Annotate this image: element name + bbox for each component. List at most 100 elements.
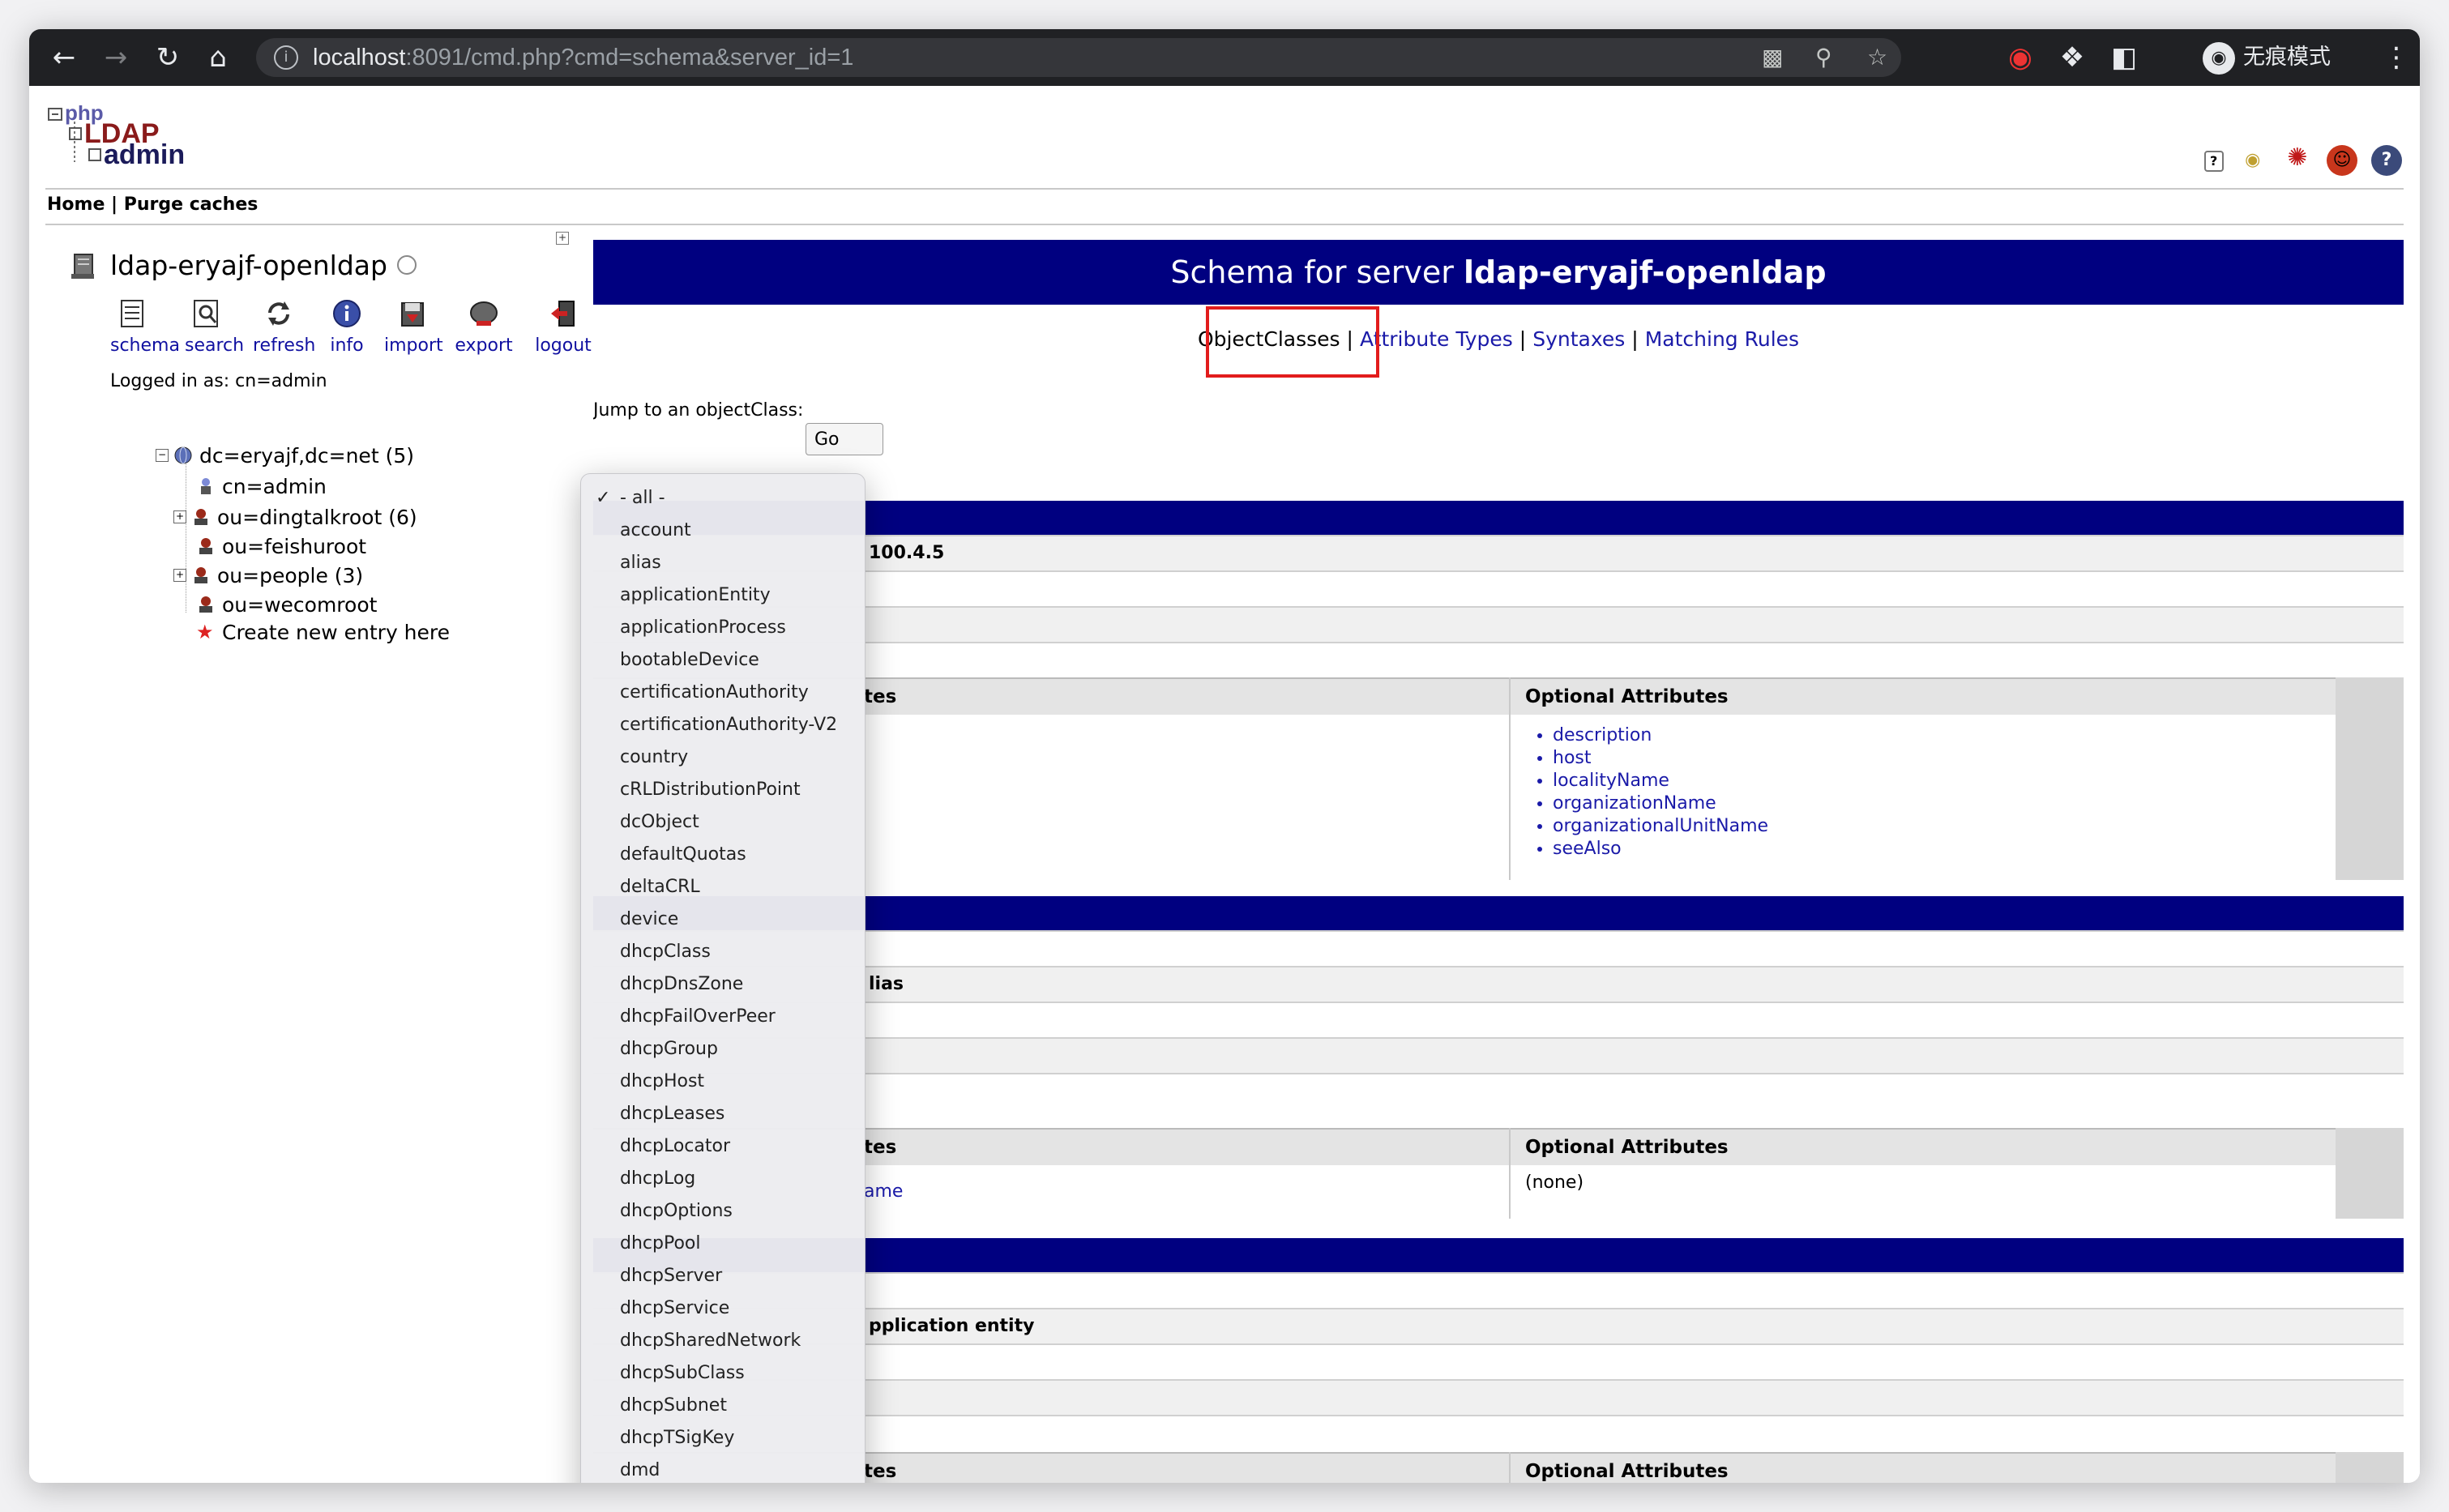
dropdown-option[interactable]: dhcpClass	[581, 936, 865, 968]
tab-attribute-types[interactable]: Attribute Types	[1360, 327, 1513, 351]
dropdown-option[interactable]: cRLDistributionPoint	[581, 774, 865, 806]
zoom-icon[interactable]: ⚲	[1815, 38, 1832, 77]
dropdown-option[interactable]: bootableDevice	[581, 644, 865, 677]
about-icon[interactable]: ?	[2371, 145, 2402, 176]
expand-icon[interactable]: +	[173, 569, 186, 582]
dropdown-option[interactable]: dhcpOptions	[581, 1195, 865, 1228]
dropdown-option[interactable]: dhcpServer	[581, 1260, 865, 1292]
browser-menu-icon[interactable]: ⋮	[2376, 37, 2417, 78]
dropdown-option[interactable]: certificationAuthority-V2	[581, 709, 865, 741]
extension-weibo-icon[interactable]: ◉	[2000, 37, 2041, 78]
back-icon[interactable]: ←	[44, 37, 84, 78]
tree-node-ou-wecomroot[interactable]: ou=wecomroot	[196, 593, 377, 617]
site-info-icon[interactable]: i	[274, 45, 298, 70]
search-tool[interactable]: search	[185, 298, 244, 356]
dropdown-option-label: defaultQuotas	[620, 844, 746, 865]
extensions-puzzle-icon[interactable]: ❖	[2052, 37, 2092, 78]
schema-tool[interactable]: schema	[110, 298, 180, 356]
url-text[interactable]: localhost:8091/cmd.php?cmd=schema&server…	[313, 38, 853, 77]
objectclass-dropdown[interactable]: ✓ - all - account alias applicationEntity app…	[580, 473, 865, 1483]
export-tool[interactable]: export	[454, 298, 514, 356]
dropdown-option-label: device	[620, 909, 679, 929]
attr-link[interactable]: description	[1553, 725, 1652, 745]
bug-icon[interactable]: ✺	[2282, 143, 2313, 173]
schema-title: Schema for server ldap-eryajf-openldap	[593, 240, 2404, 305]
attr-link[interactable]: organizationalUnitName	[1553, 816, 1768, 836]
dropdown-option[interactable]: dhcpPool	[581, 1228, 865, 1260]
import-tool[interactable]: import	[384, 298, 443, 356]
info-label: info	[330, 335, 364, 356]
dropdown-option[interactable]: dhcpSharedNetwork	[581, 1325, 865, 1357]
go-button[interactable]: Go	[806, 423, 883, 455]
dropdown-option[interactable]: dhcpService	[581, 1292, 865, 1325]
reload-icon[interactable]: ↻	[147, 37, 188, 78]
incognito-profile[interactable]: ◉ 无痕模式	[2203, 40, 2331, 75]
donate-icon[interactable]: ☺	[2326, 145, 2357, 176]
dropdown-option[interactable]: ✓ - all -	[581, 482, 865, 515]
dropdown-option[interactable]: deltaCRL	[581, 871, 865, 903]
dropdown-option-label: dhcpSubnet	[620, 1395, 727, 1416]
home-icon[interactable]: ⌂	[198, 37, 238, 78]
translate-icon[interactable]: ▩	[1762, 38, 1783, 77]
dropdown-option[interactable]: certificationAuthority	[581, 677, 865, 709]
column-divider	[1509, 677, 1511, 880]
side-panel-icon[interactable]: ◧	[2104, 37, 2144, 78]
dropdown-option[interactable]: dhcpLeases	[581, 1098, 865, 1130]
dropdown-option[interactable]: dhcpSubnet	[581, 1390, 865, 1422]
tab-matching-rules[interactable]: Matching Rules	[1645, 327, 1799, 351]
attr-link[interactable]: organizationName	[1553, 793, 1716, 814]
dropdown-option[interactable]: dmd	[581, 1454, 865, 1483]
tree-node-cn-admin[interactable]: cn=admin	[196, 475, 327, 498]
tree-node-ou-dingtalkroot[interactable]: + ou=dingtalkroot (6)	[173, 506, 417, 529]
dropdown-option[interactable]: dhcpSubClass	[581, 1357, 865, 1390]
dropdown-option[interactable]: account	[581, 515, 865, 547]
dropdown-option[interactable]: dhcpGroup	[581, 1033, 865, 1066]
dropdown-option[interactable]: dhcpTSigKey	[581, 1422, 865, 1454]
dropdown-option-label: dhcpLocator	[620, 1136, 731, 1156]
dropdown-option[interactable]: device	[581, 903, 865, 936]
refresh-icon	[268, 301, 289, 326]
dropdown-option[interactable]: dcObject	[581, 806, 865, 839]
tab-syntaxes[interactable]: Syntaxes	[1532, 327, 1625, 351]
server-icon	[71, 254, 94, 279]
dropdown-option[interactable]: applicationEntity	[581, 579, 865, 612]
lightbulb-icon[interactable]: ◉	[2237, 145, 2268, 176]
attr-link[interactable]: host	[1553, 748, 1592, 768]
tree-node-ou-feishuroot[interactable]: ou=feishuroot	[196, 535, 366, 558]
dropdown-option[interactable]: alias	[581, 547, 865, 579]
home-link[interactable]: Home	[47, 194, 105, 215]
purge-caches-link[interactable]: Purge caches	[124, 194, 259, 215]
logout-tool[interactable]: logout	[533, 298, 593, 356]
required-attribute-link[interactable]: ame	[864, 1172, 1504, 1212]
tree-node-ou-people[interactable]: + ou=people (3)	[173, 564, 363, 587]
info-tool[interactable]: info	[329, 298, 365, 356]
tree-root-node[interactable]: − dc=eryajf,dc=net (5)	[156, 444, 414, 468]
dropdown-option[interactable]: dhcpLog	[581, 1163, 865, 1195]
address-bar[interactable]: i localhost:8091/cmd.php?cmd=schema&serv…	[256, 38, 1901, 77]
dropdown-option[interactable]: dhcpHost	[581, 1066, 865, 1098]
dropdown-option[interactable]: dhcpLocator	[581, 1130, 865, 1163]
browser-toolbar: ← → ↻ ⌂ i localhost:8091/cmd.php?cmd=sch…	[29, 29, 2420, 86]
dropdown-option-label: dhcpLog	[620, 1168, 696, 1189]
svg-text:admin: admin	[104, 139, 185, 170]
dropdown-option[interactable]: defaultQuotas	[581, 839, 865, 871]
attr-link[interactable]: seeAlso	[1553, 839, 1622, 859]
dropdown-option[interactable]: country	[581, 741, 865, 774]
dropdown-option[interactable]: dhcpDnsZone	[581, 968, 865, 1001]
phpldapadmin-logo: php LDAP admin	[48, 105, 185, 170]
ou-icon	[199, 538, 212, 554]
refresh-tool[interactable]: refresh	[253, 298, 315, 356]
create-new-entry-link[interactable]: ★ Create new entry here	[196, 621, 450, 644]
collapse-icon[interactable]: −	[156, 449, 169, 462]
dropdown-option[interactable]: applicationProcess	[581, 612, 865, 644]
dropdown-option[interactable]: dhcpFailOverPeer	[581, 1001, 865, 1033]
forward-icon[interactable]: →	[96, 37, 136, 78]
expand-icon[interactable]: +	[173, 510, 186, 523]
logout-icon	[551, 301, 575, 327]
help-icon[interactable]: ?	[2203, 151, 2224, 172]
bookmark-star-icon[interactable]: ☆	[1867, 38, 1887, 77]
tree-expand-icon[interactable]: +	[556, 232, 569, 245]
dropdown-option-label: alias	[620, 553, 661, 573]
attr-link[interactable]: localityName	[1553, 771, 1669, 791]
tree-node-label: ou=feishuroot	[222, 535, 367, 558]
